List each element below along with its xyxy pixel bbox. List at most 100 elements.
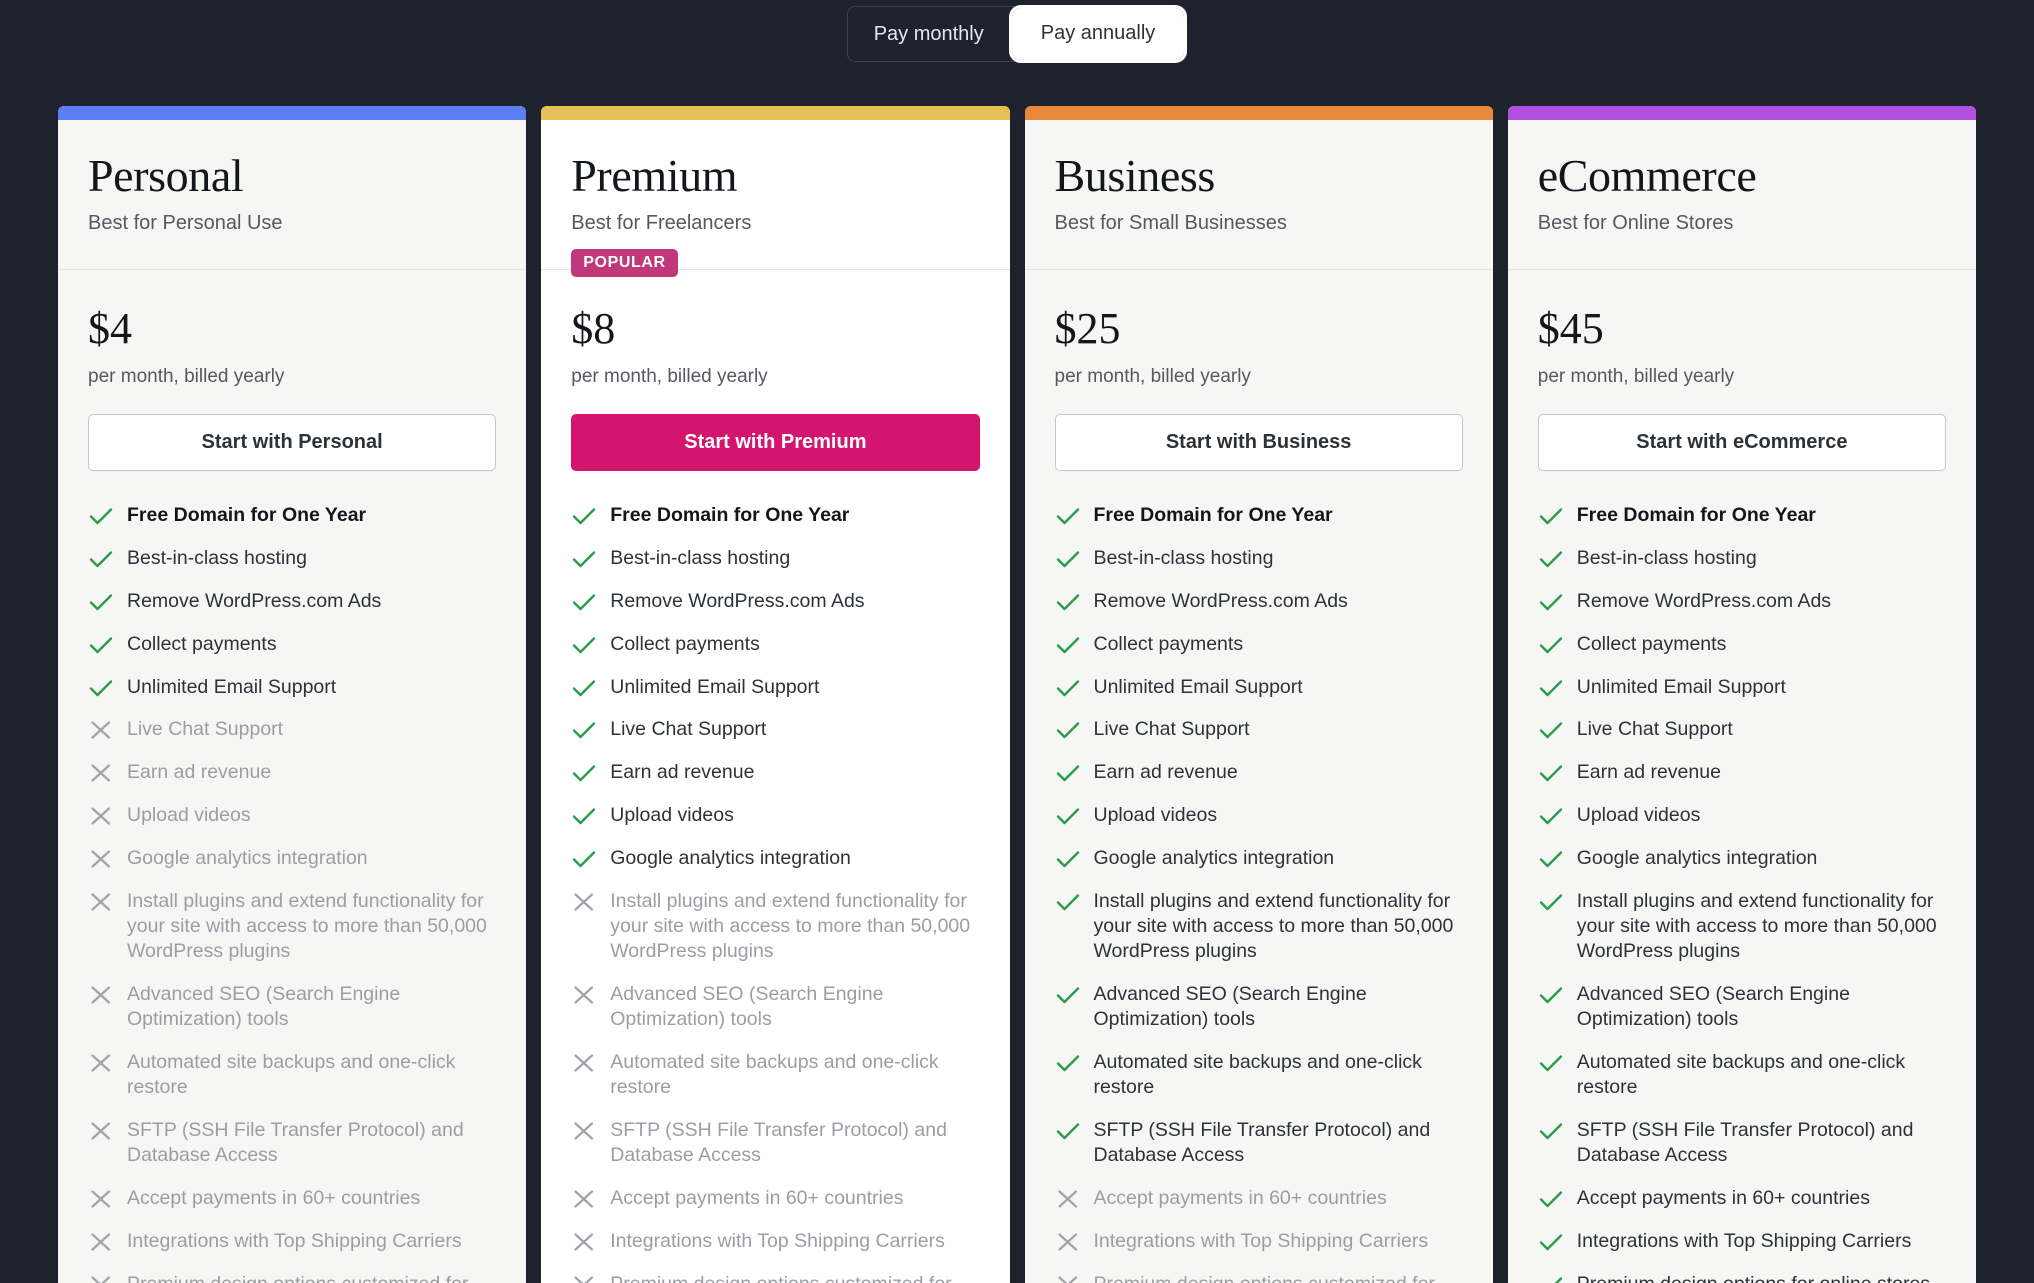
start-with-personal-button[interactable]: Start with Personal [88,414,496,471]
feature-item: Google analytics integration [1055,846,1463,871]
cross-icon [571,1120,597,1144]
popular-badge: POPULAR [571,249,677,277]
check-icon [1055,548,1081,572]
feature-label: Upload videos [1094,803,1218,828]
feature-label: Google analytics integration [610,846,851,871]
feature-label: Unlimited Email Support [1094,675,1303,700]
feature-list: Free Domain for One YearBest-in-class ho… [1508,471,1976,1283]
feature-label: SFTP (SSH File Transfer Protocol) and Da… [1577,1118,1946,1168]
feature-item: Free Domain for One Year [1055,503,1463,528]
price-block: $4per month, billed yearly [58,270,526,388]
plan-name: Premium [571,150,979,202]
check-icon [1538,634,1564,658]
feature-label: Unlimited Email Support [127,675,336,700]
feature-item: Collect payments [88,632,496,657]
card-header: eCommerceBest for Online Stores [1508,120,1976,270]
feature-item: SFTP (SSH File Transfer Protocol) and Da… [1055,1118,1463,1168]
check-icon [88,677,114,701]
card-accent-bar [541,106,1009,120]
feature-item: Install plugins and extend functionality… [1538,889,1946,964]
feature-label: Advanced SEO (Search Engine Optimization… [1094,982,1463,1032]
feature-item: Free Domain for One Year [1538,503,1946,528]
feature-item: Remove WordPress.com Ads [1538,589,1946,614]
card-header: Personal Best for Personal Use [58,120,526,270]
feature-item: Accept payments in 60+ countries [88,1186,496,1211]
feature-label: Best-in-class hosting [127,546,307,571]
feature-item: Advanced SEO (Search Engine Optimization… [88,982,496,1032]
check-icon [1055,634,1081,658]
check-icon [1538,1274,1564,1283]
check-icon [1055,984,1081,1008]
feature-item: Earn ad revenue [571,760,979,785]
cross-icon [1055,1188,1081,1212]
feature-label: Google analytics integration [1577,846,1818,871]
check-icon [1538,984,1564,1008]
feature-label: Remove WordPress.com Ads [127,589,381,614]
feature-item: Premium design options customized for on… [571,1272,979,1283]
cross-icon [88,719,114,743]
cross-icon [88,1231,114,1255]
feature-item: Unlimited Email Support [571,675,979,700]
billing-period-toggle[interactable]: Pay monthlyPay annually [847,6,1188,62]
check-icon [1055,762,1081,786]
feature-label: Live Chat Support [127,717,283,742]
check-icon [1055,591,1081,615]
plan-price: $8 [571,306,979,352]
start-with-premium-button[interactable]: Start with Premium [571,414,979,471]
start-with-ecommerce-button[interactable]: Start with eCommerce [1538,414,1946,471]
check-icon [1538,548,1564,572]
feature-label: Live Chat Support [1577,717,1733,742]
feature-label: Install plugins and extend functionality… [1094,889,1463,964]
price-block: $8per month, billed yearly [541,270,1009,388]
feature-item: Best-in-class hosting [1055,546,1463,571]
cross-icon [571,1231,597,1255]
feature-label: Integrations with Top Shipping Carriers [610,1229,945,1254]
feature-label: Integrations with Top Shipping Carriers [127,1229,462,1254]
billing-option-annually[interactable]: Pay annually [1012,8,1185,60]
feature-item: Upload videos [1538,803,1946,828]
check-icon [1538,1231,1564,1255]
feature-item: Premium design options customized for on… [1055,1272,1463,1283]
cta-wrapper: Start with Personal [58,388,526,471]
plan-price: $25 [1055,306,1463,352]
feature-item: Collect payments [571,632,979,657]
feature-item: Unlimited Email Support [1055,675,1463,700]
cross-icon [88,1188,114,1212]
feature-label: Free Domain for One Year [127,503,366,528]
billing-option-monthly[interactable]: Pay monthly [848,6,1010,62]
feature-item: Live Chat Support [1538,717,1946,742]
feature-item: Earn ad revenue [1538,760,1946,785]
feature-label: Earn ad revenue [610,760,754,785]
feature-label: Integrations with Top Shipping Carriers [1094,1229,1429,1254]
feature-item: Advanced SEO (Search Engine Optimization… [571,982,979,1032]
check-icon [571,548,597,572]
cta-wrapper: Start with Business [1025,388,1493,471]
check-icon [88,548,114,572]
start-with-business-button[interactable]: Start with Business [1055,414,1463,471]
feature-item: Integrations with Top Shipping Carriers [571,1229,979,1254]
billing-toggle-bar: Pay monthlyPay annually [0,0,2034,62]
pricing-card-ecommerce: eCommerceBest for Online Stores$45per mo… [1508,106,1976,1283]
feature-item: Automated site backups and one-click res… [571,1050,979,1100]
plan-tagline: Best for Small Businesses [1055,212,1463,235]
feature-label: SFTP (SSH File Transfer Protocol) and Da… [610,1118,979,1168]
feature-label: Accept payments in 60+ countries [1577,1186,1870,1211]
feature-label: Best-in-class hosting [610,546,790,571]
feature-item: Upload videos [1055,803,1463,828]
feature-list: Free Domain for One Year Best-in-class ho… [1025,471,1493,1283]
pricing-card-premium: PremiumBest for FreelancersPOPULAR$8per … [541,106,1009,1283]
feature-label: Install plugins and extend functionality… [1577,889,1946,964]
plan-name: Personal [88,150,496,202]
feature-label: Best-in-class hosting [1094,546,1274,571]
check-icon [1538,1188,1564,1212]
feature-label: Earn ad revenue [1094,760,1238,785]
check-icon [1538,591,1564,615]
feature-item: Google analytics integration [571,846,979,871]
plan-tagline: Best for Personal Use [88,212,496,235]
feature-item: Remove WordPress.com Ads [1055,589,1463,614]
check-icon [571,848,597,872]
plan-name: eCommerce [1538,150,1946,202]
check-icon [1538,677,1564,701]
cross-icon [571,891,597,915]
card-accent-bar [1025,106,1493,120]
